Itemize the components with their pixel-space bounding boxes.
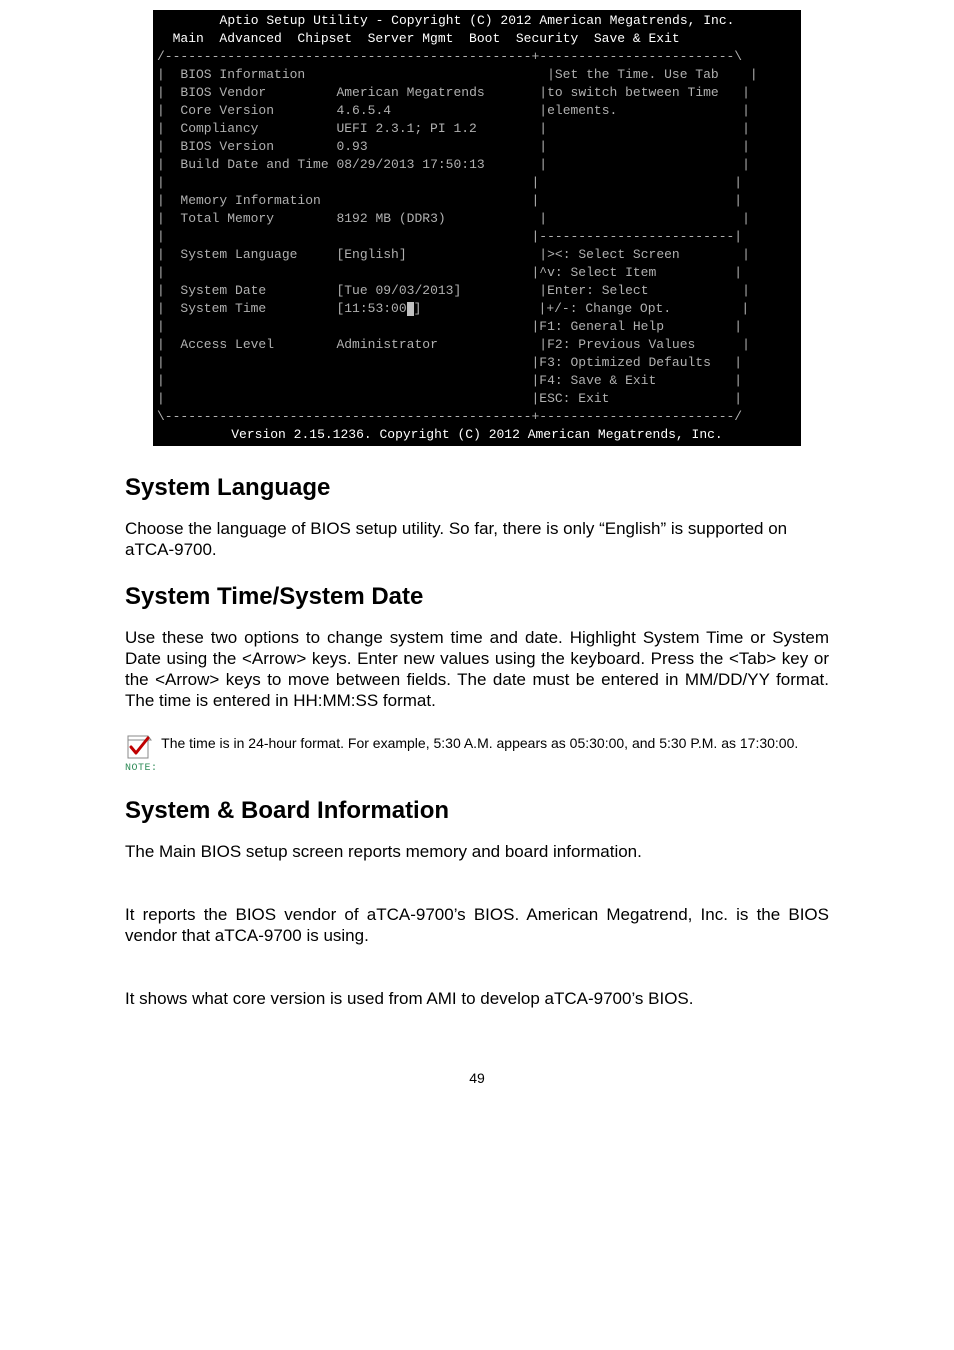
bios-key-hint: +/-: Change Opt. xyxy=(546,301,671,316)
bios-row: | |F3: Optimized Defaults | xyxy=(157,354,797,372)
bios-help-line: to switch between Time xyxy=(547,85,719,100)
heading-system-time-date: System Time/System Date xyxy=(125,583,829,611)
paragraph-system-time-date: Use these two options to change system t… xyxy=(125,627,829,712)
bios-menubar: Main Advanced Chipset Server Mgmt Boot S… xyxy=(157,30,797,48)
bios-key-hint: F4: Save & Exit xyxy=(539,373,656,388)
note-block: NOTE: The time is in 24-hour format. For… xyxy=(125,734,829,775)
bios-key-hint: ESC: Exit xyxy=(539,391,609,406)
bios-help-line: elements. xyxy=(547,103,617,118)
document-page: Aptio Setup Utility - Copyright (C) 2012… xyxy=(0,0,954,1350)
bios-row: | System Language [English] |><: Select … xyxy=(157,246,797,264)
bios-vendor-label: BIOS Vendor xyxy=(180,85,266,100)
bios-row: | Build Date and Time 08/29/2013 17:50:1… xyxy=(157,156,797,174)
bios-row: | BIOS Information |Set the Time. Use Ta… xyxy=(157,66,797,84)
bios-version-value: 0.93 xyxy=(336,139,367,154)
bios-date-value: [Tue 09/03/2013] xyxy=(336,283,461,298)
note-text: The time is in 24-hour format. For examp… xyxy=(158,735,799,751)
bios-build-label: Build Date and Time xyxy=(180,157,328,172)
bios-screenshot: Aptio Setup Utility - Copyright (C) 2012… xyxy=(153,10,801,446)
note-checkmark-icon xyxy=(125,734,153,764)
bios-row: | |ESC: Exit | xyxy=(157,390,797,408)
bios-row: | Access Level Administrator |F2: Previo… xyxy=(157,336,797,354)
bios-time-close: ] xyxy=(414,301,422,316)
bios-totalmem-value: 8192 MB (DDR3) xyxy=(336,211,445,226)
bios-compliancy-value: UEFI 2.3.1; PI 1.2 xyxy=(336,121,476,136)
bios-divider-bottom: \---------------------------------------… xyxy=(157,408,797,426)
bios-divider-top: /---------------------------------------… xyxy=(157,48,797,66)
bios-cursor xyxy=(407,302,414,316)
bios-footer: Version 2.15.1236. Copyright (C) 2012 Am… xyxy=(157,426,797,444)
bios-row: | BIOS Version 0.93 | | xyxy=(157,138,797,156)
paragraph-board-3: It shows what core version is used from … xyxy=(125,988,829,1009)
bios-build-value: 08/29/2013 17:50:13 xyxy=(336,157,484,172)
bios-row: | |F1: General Help | xyxy=(157,318,797,336)
bios-compliancy-label: Compliancy xyxy=(180,121,258,136)
bios-version-label: BIOS Version xyxy=(180,139,274,154)
bios-core-value: 4.6.5.4 xyxy=(336,103,391,118)
bios-vendor-value: American Megatrends xyxy=(336,85,484,100)
bios-row: | Compliancy UEFI 2.3.1; PI 1.2 | | xyxy=(157,120,797,138)
bios-row: | System Time [11:53:00] |+/-: Change Op… xyxy=(157,300,797,318)
bios-row: | System Date [Tue 09/03/2013] |Enter: S… xyxy=(157,282,797,300)
bios-row: | BIOS Vendor American Megatrends |to sw… xyxy=(157,84,797,102)
bios-key-hint: ><: Select Screen xyxy=(547,247,680,262)
bios-title: Aptio Setup Utility - Copyright (C) 2012… xyxy=(157,12,797,30)
bios-row: | |^v: Select Item | xyxy=(157,264,797,282)
paragraph-board-1: The Main BIOS setup screen reports memor… xyxy=(125,841,829,862)
heading-system-board-info: System & Board Information xyxy=(125,797,829,825)
bios-time-label: System Time xyxy=(180,301,266,316)
bios-row: | |F4: Save & Exit | xyxy=(157,372,797,390)
bios-key-hint: ^v: Select Item xyxy=(539,265,656,280)
heading-system-language: System Language xyxy=(125,474,829,502)
bios-key-hint: F2: Previous Values xyxy=(547,337,695,352)
bios-row: | |-------------------------| xyxy=(157,228,797,246)
bios-lang-value: [English] xyxy=(336,247,406,262)
note-label: NOTE: xyxy=(125,762,158,775)
bios-row: | Core Version 4.6.5.4 |elements. | xyxy=(157,102,797,120)
bios-lang-label: System Language xyxy=(180,247,297,262)
bios-row: | Memory Information | | xyxy=(157,192,797,210)
bios-totalmem-label: Total Memory xyxy=(180,211,274,226)
bios-memory-section: Memory Information xyxy=(180,193,320,208)
paragraph-system-language: Choose the language of BIOS setup utilit… xyxy=(125,518,829,561)
bios-help-line: Set the Time. Use Tab xyxy=(555,67,719,82)
bios-key-hint: Enter: Select xyxy=(547,283,648,298)
bios-core-label: Core Version xyxy=(180,103,274,118)
bios-row: | | | xyxy=(157,174,797,192)
bios-date-label: System Date xyxy=(180,283,266,298)
bios-info-section: BIOS Information xyxy=(180,67,305,82)
paragraph-board-2: It reports the BIOS vendor of aTCA-9700’… xyxy=(125,904,829,947)
bios-time-value: [11:53:00 xyxy=(336,301,406,316)
bios-row: | Total Memory 8192 MB (DDR3) | | xyxy=(157,210,797,228)
bios-access-value: Administrator xyxy=(336,337,437,352)
bios-key-hint: F3: Optimized Defaults xyxy=(539,355,711,370)
bios-key-hint: F1: General Help xyxy=(539,319,664,334)
bios-access-label: Access Level xyxy=(180,337,274,352)
page-number: 49 xyxy=(125,1070,829,1086)
